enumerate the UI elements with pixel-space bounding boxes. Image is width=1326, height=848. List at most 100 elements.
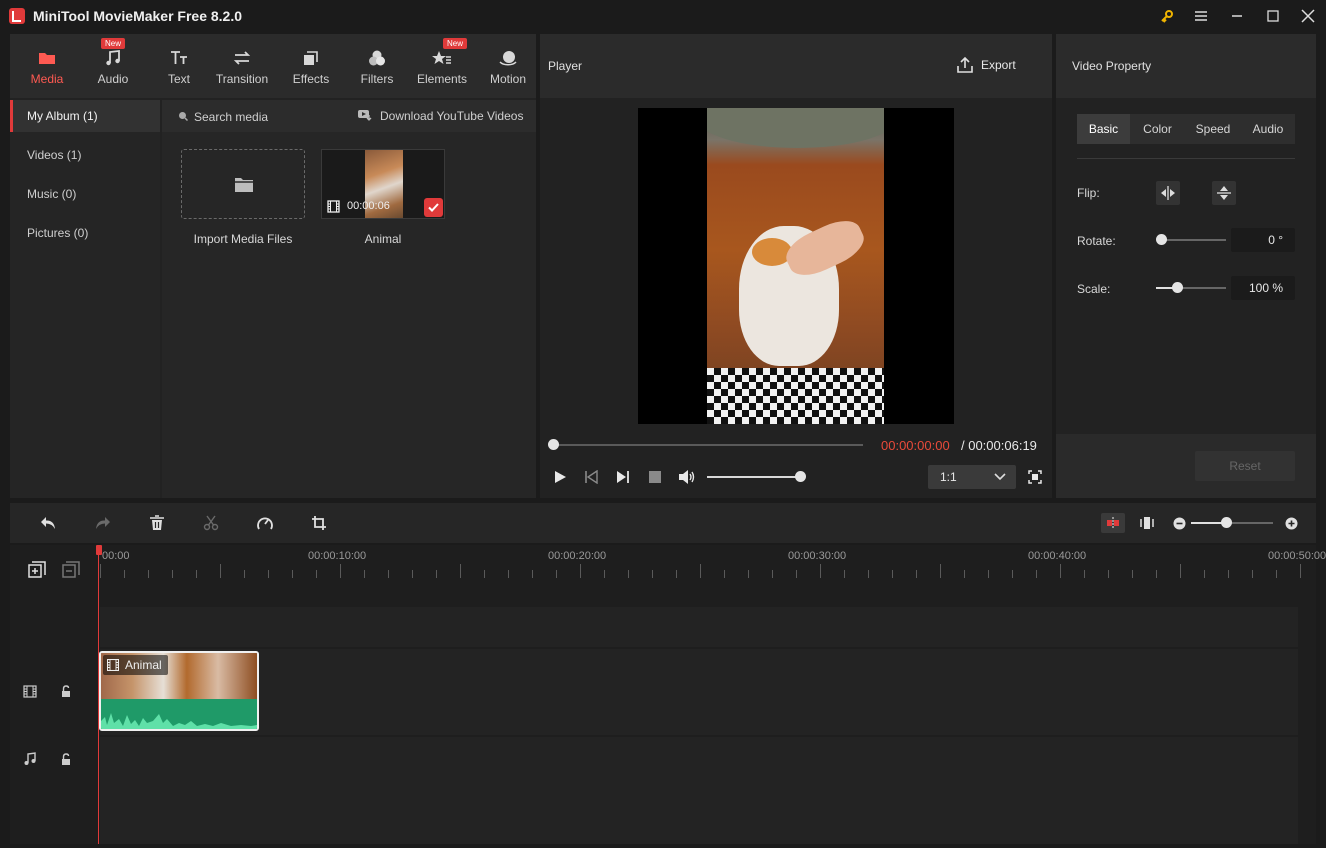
scale-slider-knob[interactable]: [1172, 282, 1183, 293]
snap-toggle-icon[interactable]: [1101, 513, 1125, 533]
tab-audio-property[interactable]: Audio: [1241, 114, 1295, 144]
playback-progress-track[interactable]: [552, 444, 863, 446]
tab-effects[interactable]: Effects: [278, 34, 344, 98]
volume-slider-knob[interactable]: [795, 471, 806, 482]
rotate-slider-track[interactable]: [1159, 239, 1226, 241]
album-item-videos[interactable]: Videos (1): [10, 139, 160, 171]
tab-text-label: Text: [167, 72, 190, 86]
zoom-in-icon[interactable]: [1285, 517, 1298, 530]
playback-progress-knob[interactable]: [548, 439, 559, 450]
download-youtube-button[interactable]: Download YouTube Videos: [380, 109, 523, 123]
ruler-tick: [220, 564, 221, 578]
tab-media[interactable]: Media: [14, 34, 80, 98]
elements-icon: [432, 48, 452, 68]
clip-audio-waveform: [101, 699, 257, 729]
rotate-slider-knob[interactable]: [1156, 234, 1167, 245]
ruler-tick: [844, 570, 845, 578]
volume-icon[interactable]: [678, 469, 696, 485]
video-track: [100, 649, 1298, 735]
youtube-download-icon: [358, 109, 372, 121]
reset-button[interactable]: Reset: [1195, 451, 1295, 481]
flip-vertical-icon[interactable]: [1212, 181, 1236, 205]
tab-filters[interactable]: Filters: [344, 34, 410, 98]
lock-icon[interactable]: [61, 685, 71, 698]
ruler-tick: [700, 564, 701, 578]
ruler-tick: [1036, 570, 1037, 578]
scale-value-input[interactable]: 100 %: [1231, 276, 1295, 300]
next-frame-button[interactable]: [616, 470, 630, 484]
property-title: Video Property: [1072, 59, 1152, 73]
tab-elements[interactable]: New Elements: [409, 34, 475, 98]
playhead-handle[interactable]: [96, 545, 102, 555]
add-track-icon[interactable]: [28, 561, 46, 579]
time-ruler[interactable]: 00:00 00:00:10:00 00:00:20:00 00:00:30:0…: [100, 545, 1326, 605]
search-media-input[interactable]: Search media: [194, 110, 268, 124]
close-button[interactable]: [1297, 6, 1319, 26]
tab-audio[interactable]: New Audio: [80, 34, 146, 98]
menu-icon[interactable]: [1190, 6, 1212, 26]
album-item-pictures[interactable]: Pictures (0): [10, 217, 160, 249]
album-item-my-album[interactable]: My Album (1): [10, 100, 160, 132]
fabric-top: [707, 108, 884, 148]
tab-filters-label: Filters: [360, 72, 394, 86]
tab-color[interactable]: Color: [1130, 114, 1185, 144]
delete-button[interactable]: [149, 515, 165, 531]
rotate-value-input[interactable]: 0 °: [1231, 228, 1295, 252]
maximize-button[interactable]: [1262, 6, 1284, 26]
clip-title-tag: Animal: [103, 655, 168, 675]
tab-basic[interactable]: Basic: [1077, 114, 1130, 144]
ruler-tick: [412, 570, 413, 578]
remove-track-icon[interactable]: [62, 561, 80, 579]
ruler-tick: [124, 570, 125, 578]
video-frame: [707, 108, 884, 424]
aspect-ratio-value: 1:1: [940, 470, 957, 484]
media-clip-card[interactable]: 00:00:06: [321, 149, 445, 219]
ruler-tick: [436, 570, 437, 578]
media-panel: Media New Audio Text Transition Effects …: [10, 34, 536, 498]
import-media-label: Import Media Files: [193, 232, 293, 246]
crop-button[interactable]: [311, 515, 327, 531]
speed-gauge-button[interactable]: [256, 515, 274, 531]
music-note-icon: [103, 48, 123, 68]
clip-duration: 00:00:06: [347, 200, 390, 212]
film-icon: [107, 659, 119, 671]
flip-horizontal-icon[interactable]: [1156, 181, 1180, 205]
ruler-tick: [1204, 570, 1205, 578]
title-bar: MiniTool MovieMaker Free 8.2.0: [0, 0, 1326, 32]
tab-elements-label: Elements: [416, 72, 468, 86]
import-media-card[interactable]: [181, 149, 305, 219]
aspect-ratio-select[interactable]: 1:1: [928, 465, 1016, 489]
tab-effects-label: Effects: [292, 72, 330, 86]
fullscreen-button[interactable]: [1028, 470, 1042, 484]
tab-motion[interactable]: Motion: [475, 34, 541, 98]
zoom-out-icon[interactable]: [1173, 517, 1186, 530]
key-icon[interactable]: [1156, 6, 1178, 26]
undo-button[interactable]: [39, 515, 57, 531]
album-item-music[interactable]: Music (0): [10, 178, 160, 210]
zoom-slider-knob[interactable]: [1221, 517, 1232, 528]
ruler-tick: [100, 564, 101, 578]
tab-speed[interactable]: Speed: [1185, 114, 1241, 144]
fit-timeline-icon[interactable]: [1139, 515, 1155, 531]
redo-button[interactable]: [94, 515, 112, 531]
tab-text[interactable]: Text: [146, 34, 212, 98]
split-scissors-button[interactable]: [203, 515, 219, 531]
ruler-tick: [364, 570, 365, 578]
play-button[interactable]: [553, 470, 567, 484]
playhead[interactable]: [98, 545, 99, 844]
timeline-video-clip[interactable]: Animal: [99, 651, 259, 731]
stop-button[interactable]: [648, 470, 662, 484]
minimize-button[interactable]: [1226, 6, 1248, 26]
ruler-tick: [532, 570, 533, 578]
tab-transition[interactable]: Transition: [209, 34, 275, 98]
tool-tabs: Media New Audio Text Transition Effects …: [10, 34, 536, 98]
selected-check-icon[interactable]: [424, 198, 443, 217]
ruler-ticks: [100, 564, 1301, 580]
folder-icon: [37, 48, 57, 68]
lock-icon[interactable]: [61, 753, 71, 766]
volume-slider-track[interactable]: [707, 476, 800, 478]
folder-icon: [234, 175, 254, 193]
previous-frame-button[interactable]: [584, 470, 598, 484]
export-button[interactable]: Export: [981, 58, 1016, 72]
ruler-tick: [604, 570, 605, 578]
